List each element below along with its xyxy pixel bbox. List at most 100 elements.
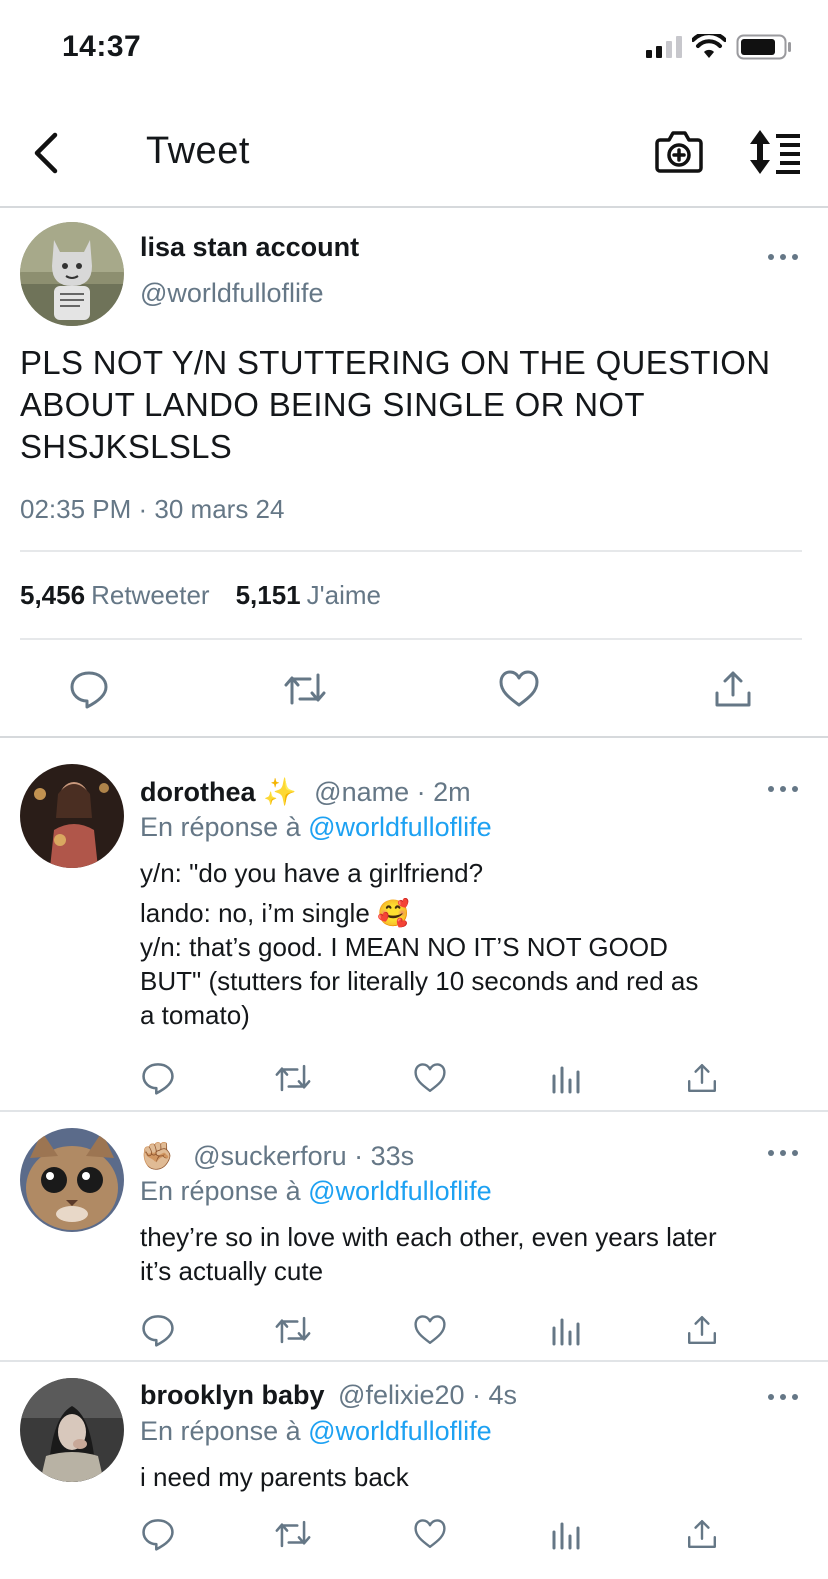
camera-plus-icon bbox=[655, 131, 703, 173]
author-handle[interactable]: @worldfulloflife bbox=[140, 278, 323, 309]
avatar-image bbox=[20, 764, 124, 868]
reply-text-line: i need my parents back bbox=[140, 1462, 409, 1492]
reply-tweet[interactable]: dorothea ✨ @name · 2m En réponse à @worl… bbox=[0, 740, 828, 1112]
retweet-icon bbox=[284, 673, 326, 705]
camera-button[interactable] bbox=[652, 126, 706, 178]
reply-header: dorothea ✨ @name · 2m bbox=[140, 776, 471, 808]
analytics-button[interactable] bbox=[546, 1514, 586, 1554]
status-bar: 14:37 bbox=[0, 0, 828, 100]
heart-icon bbox=[414, 1063, 446, 1092]
more-options-icon[interactable] bbox=[768, 784, 798, 794]
replying-to: En réponse à @worldfulloflife bbox=[140, 812, 492, 843]
replying-to-link[interactable]: @worldfulloflife bbox=[308, 1416, 491, 1446]
avatar-image bbox=[20, 222, 124, 326]
replying-to-link[interactable]: @worldfulloflife bbox=[308, 1176, 491, 1206]
like-button[interactable] bbox=[410, 1058, 450, 1098]
tweet-timestamp: 02:35 PM · 30 mars 24 bbox=[20, 494, 285, 524]
likes-label: J'aime bbox=[306, 580, 381, 610]
retweets-stat[interactable]: 5,456 Retweeter bbox=[20, 580, 210, 611]
reply-handle-time: @suckerforu · 33s bbox=[193, 1141, 415, 1171]
author-name[interactable]: lisa stan account bbox=[140, 232, 359, 263]
analytics-button[interactable] bbox=[546, 1058, 586, 1098]
divider bbox=[20, 638, 802, 640]
reply-button[interactable] bbox=[66, 666, 112, 712]
avatar[interactable] bbox=[20, 222, 124, 326]
avatar[interactable] bbox=[20, 1378, 124, 1482]
share-button[interactable] bbox=[682, 1058, 722, 1098]
main-tweet: lisa stan account @worldfulloflife PLS N… bbox=[0, 210, 828, 738]
share-button[interactable] bbox=[710, 666, 756, 712]
reply-button[interactable] bbox=[138, 1058, 178, 1098]
battery-icon bbox=[736, 34, 791, 60]
like-button[interactable] bbox=[410, 1514, 450, 1554]
likes-count: 5,151 bbox=[235, 580, 301, 610]
back-button[interactable] bbox=[24, 128, 68, 178]
analytics-icon bbox=[552, 1066, 580, 1094]
retweet-button[interactable] bbox=[272, 1514, 314, 1554]
replying-to: En réponse à @worldfulloflife bbox=[140, 1176, 492, 1207]
like-button[interactable] bbox=[496, 666, 542, 712]
reply-icon bbox=[70, 671, 108, 709]
reply-author-name[interactable]: brooklyn baby bbox=[140, 1380, 325, 1410]
like-button[interactable] bbox=[410, 1310, 450, 1350]
status-icons bbox=[646, 34, 792, 60]
retweet-icon bbox=[275, 1520, 311, 1548]
reply-text-line: y/n: "do you have a girlfriend? bbox=[140, 858, 484, 888]
tweet-actions bbox=[0, 660, 828, 720]
sort-button[interactable] bbox=[748, 126, 804, 178]
reply-button[interactable] bbox=[138, 1310, 178, 1350]
share-icon bbox=[715, 671, 751, 707]
avatar-image bbox=[20, 1128, 124, 1232]
page-title: Tweet bbox=[146, 130, 250, 172]
tweet-stats: 5,456 Retweeter 5,151 J'aime bbox=[20, 580, 381, 611]
retweet-button[interactable] bbox=[272, 1310, 314, 1350]
cellular-signal-icon bbox=[646, 36, 682, 58]
replying-to-label: En réponse à bbox=[140, 812, 301, 842]
share-icon bbox=[688, 1064, 716, 1092]
reply-text-line: it’s actually cute bbox=[140, 1256, 324, 1286]
reply-actions bbox=[0, 1310, 828, 1350]
status-time: 14:37 bbox=[62, 30, 142, 63]
retweet-button[interactable] bbox=[280, 666, 330, 712]
retweet-button[interactable] bbox=[272, 1058, 314, 1098]
more-options-icon[interactable] bbox=[768, 1392, 798, 1402]
share-button[interactable] bbox=[682, 1514, 722, 1554]
reply-actions bbox=[0, 1514, 828, 1554]
reply-button[interactable] bbox=[138, 1514, 178, 1554]
reply-tweet[interactable]: ✊🏼 @suckerforu · 33s En réponse à @world… bbox=[0, 1112, 828, 1362]
tweet-text-line: SHSJKSLSLS bbox=[20, 428, 233, 465]
reply-text-line: BUT" (stutters for literally 10 seconds … bbox=[140, 966, 699, 996]
avatar[interactable] bbox=[20, 764, 124, 868]
replying-to-label: En réponse à bbox=[140, 1176, 301, 1206]
sort-icon bbox=[750, 130, 800, 174]
likes-stat[interactable]: 5,151 J'aime bbox=[236, 580, 381, 611]
analytics-icon bbox=[552, 1318, 580, 1346]
reply-text: i need my parents back bbox=[140, 1460, 810, 1494]
more-options-icon[interactable] bbox=[768, 1148, 798, 1158]
reply-handle-time: @felixie20 · 4s bbox=[338, 1380, 518, 1410]
reply-header: ✊🏼 @suckerforu · 33s bbox=[140, 1140, 414, 1172]
retweets-label: Retweeter bbox=[91, 580, 210, 610]
reply-text-line: y/n: that’s good. I MEAN NO IT’S NOT GOO… bbox=[140, 932, 668, 962]
share-button[interactable] bbox=[682, 1310, 722, 1350]
reply-text: they’re so in love with each other, even… bbox=[140, 1220, 810, 1288]
avatar[interactable] bbox=[20, 1128, 124, 1232]
heart-icon bbox=[414, 1315, 446, 1344]
more-options-icon[interactable] bbox=[768, 252, 798, 262]
replying-to-link[interactable]: @worldfulloflife bbox=[308, 812, 491, 842]
reply-author-name[interactable]: dorothea bbox=[140, 777, 256, 807]
chevron-left-icon bbox=[34, 132, 58, 174]
reply-handle-time: @name · 2m bbox=[314, 777, 471, 807]
analytics-button[interactable] bbox=[546, 1310, 586, 1350]
avatar-image bbox=[20, 1378, 124, 1482]
analytics-icon bbox=[552, 1522, 580, 1550]
reply-text-line: lando: no, i’m single 🥰 bbox=[140, 898, 410, 928]
tweet-text-line: ABOUT LANDO BEING SINGLE OR NOT bbox=[20, 386, 645, 423]
reply-tweet[interactable]: brooklyn baby @felixie20 · 4s En réponse… bbox=[0, 1362, 828, 1579]
share-icon bbox=[688, 1316, 716, 1344]
reply-actions bbox=[0, 1058, 828, 1098]
replying-to: En réponse à @worldfulloflife bbox=[140, 1416, 492, 1447]
reply-icon bbox=[142, 1063, 174, 1095]
retweets-count: 5,456 bbox=[20, 580, 86, 610]
navigation-bar: Tweet bbox=[0, 100, 828, 208]
